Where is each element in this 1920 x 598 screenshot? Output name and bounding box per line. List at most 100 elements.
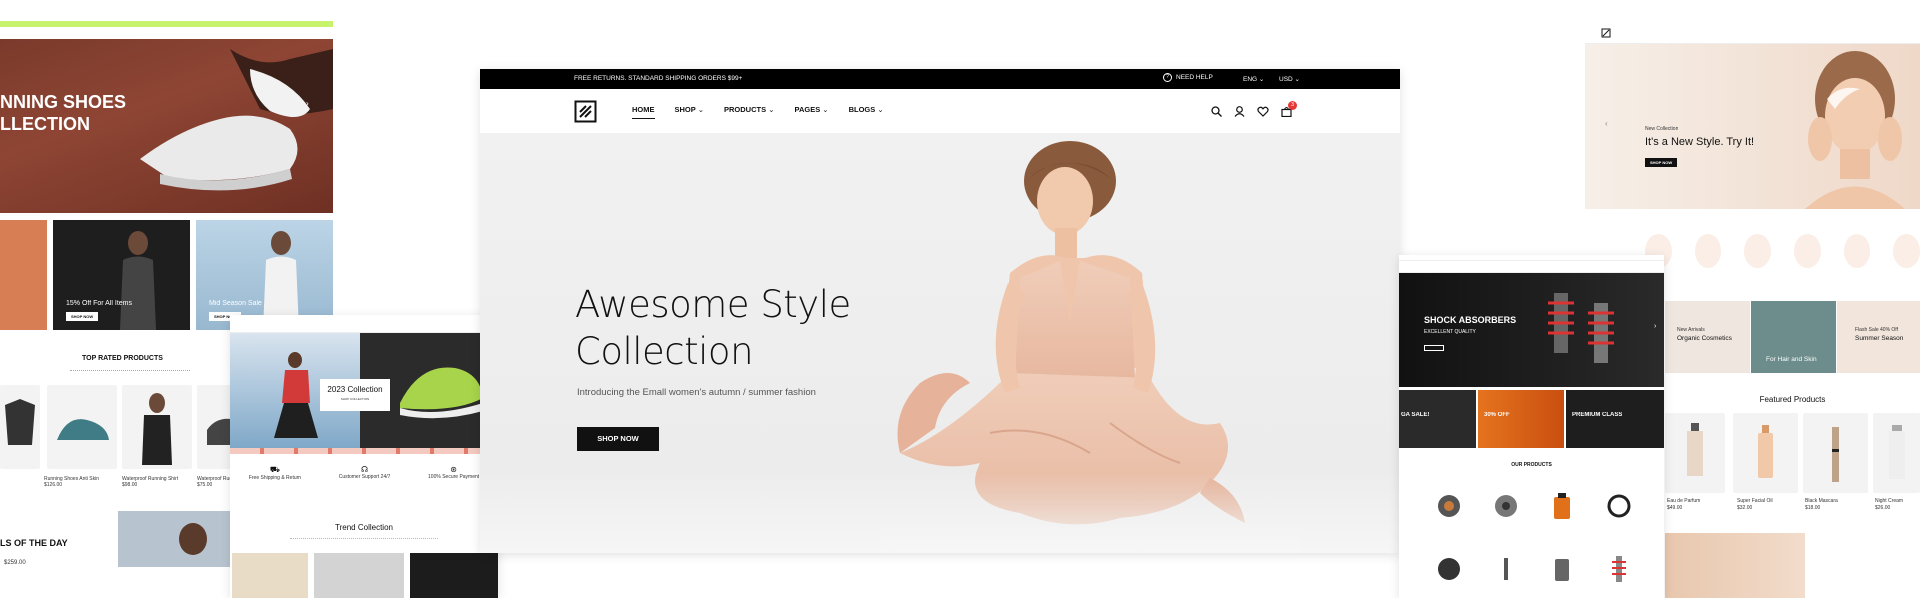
sport-preview: 2023 Collection SHOP COLLECTION ⛟ Free Sh… [230, 315, 498, 598]
left-product-card[interactable] [0, 385, 40, 469]
beauty-banner-title: For Hair and Skin [1766, 356, 1817, 363]
nav-item-pages[interactable]: PAGES ⌄ [795, 105, 829, 119]
chevron-down-icon: ⌄ [877, 105, 884, 114]
beauty-model-image [1805, 51, 1905, 209]
shipping-icon: ⛟ [269, 465, 280, 474]
category-circle[interactable] [1794, 234, 1821, 268]
category-circle[interactable] [1843, 234, 1871, 268]
auto-tile[interactable]: 30% OFF [1478, 390, 1564, 448]
left-product-price: $75.00 [197, 482, 213, 488]
beauty-product-name[interactable]: Super Facial Oil [1737, 498, 1773, 504]
logo-icon[interactable] [574, 100, 597, 123]
auto-hero-button[interactable] [1424, 345, 1444, 351]
left-section-title: TOP RATED PRODUCTS [82, 355, 163, 362]
left-tabs [70, 368, 190, 371]
left-product-price: $98.00 [122, 482, 138, 488]
auto-product-card[interactable] [1481, 477, 1532, 535]
auto-product-card[interactable] [1537, 477, 1588, 535]
need-help-label: NEED HELP [1176, 74, 1213, 81]
sport-trend-item[interactable] [232, 553, 308, 598]
search-icon[interactable] [1211, 106, 1222, 117]
hero-model-image [880, 141, 1300, 553]
beauty-product-price: $26.00 [1875, 505, 1891, 511]
auto-product-card[interactable] [1594, 544, 1645, 594]
beauty-product-card[interactable] [1873, 413, 1920, 493]
left-hero: NNING SHOES LLECTION › [0, 39, 333, 213]
need-help-link[interactable]: ? NEED HELP [1163, 73, 1213, 82]
auto-product-card[interactable] [1424, 544, 1475, 594]
beauty-product-card[interactable] [1803, 413, 1868, 493]
beauty-categories [1645, 234, 1920, 268]
currency-select[interactable]: USD ⌄ [1279, 75, 1300, 83]
beauty-banner[interactable]: Flash Sale 40% Off Summer Season [1837, 301, 1920, 373]
chevron-down-icon: ⌄ [768, 105, 775, 114]
sport-hero-button[interactable]: SHOP COLLECTION [320, 397, 390, 401]
beauty-product-name[interactable]: Night Cream [1875, 498, 1903, 504]
sport-features: ⛟ Free Shipping & Return ☊ Customer Suppor… [230, 465, 498, 495]
beauty-banner[interactable]: New Arrivals Organic Cosmetics [1665, 301, 1750, 373]
category-circle[interactable] [1893, 234, 1920, 268]
hero-subtitle: Introducing the Emall women's autumn / s… [577, 387, 816, 398]
chevron-down-icon: ⌄ [1258, 76, 1265, 83]
auto-hero: SHOCK ABSORBERS EXCELLENT QUALITY › [1399, 273, 1664, 387]
auto-hero-title: SHOCK ABSORBERS [1424, 315, 1517, 325]
left-product-card[interactable] [122, 385, 192, 469]
nav-item-shop[interactable]: SHOP ⌄ [675, 105, 705, 119]
beauty-nav [1585, 22, 1920, 44]
heart-icon[interactable] [1257, 106, 1269, 117]
category-circle[interactable] [1694, 234, 1722, 268]
sport-trend-item[interactable] [314, 553, 404, 598]
sport-hero-title: 2023 Collection [327, 385, 383, 394]
logo-icon[interactable] [1601, 28, 1611, 38]
sport-hero: 2023 Collection SHOP COLLECTION [230, 333, 498, 448]
beauty-banner[interactable]: For Hair and Skin [1751, 301, 1836, 373]
beauty-banner-title: Organic Cosmetics [1677, 335, 1732, 342]
sport-section-title: Trend Collection [335, 523, 393, 532]
language-select[interactable]: ENG ⌄ [1243, 75, 1264, 83]
auto-tile[interactable]: PREMIUM CLASS [1566, 390, 1664, 448]
auto-product-grid [1424, 477, 1644, 597]
sport-nav [230, 315, 498, 333]
beauty-product-name[interactable]: Eau de Parfum [1667, 498, 1700, 504]
sport-trend-item[interactable] [410, 553, 498, 598]
auto-product-card[interactable] [1537, 544, 1588, 594]
beauty-product-card[interactable] [1665, 413, 1725, 493]
auto-product-card[interactable] [1481, 544, 1532, 594]
category-circle[interactable] [1744, 234, 1772, 268]
auto-next-icon[interactable]: › [1654, 323, 1656, 330]
auto-preview: SHOCK ABSORBERS EXCELLENT QUALITY › GA S… [1399, 255, 1664, 598]
nav-item-products[interactable]: PRODUCTS ⌄ [724, 105, 774, 119]
main-preview: FREE RETURNS. STANDARD SHIPPING ORDERS $… [480, 69, 1400, 553]
shop-now-button[interactable]: SHOP NOW [577, 427, 659, 451]
left-nav [0, 27, 333, 39]
left-product-card[interactable] [47, 385, 117, 469]
hero-title-line2: Collection [575, 330, 754, 373]
left-banner-2[interactable]: Mid Season Sale SHOP NOW [196, 220, 333, 330]
beauty-hero-button[interactable]: SHOP NOW [1645, 158, 1678, 167]
beauty-hero-kicker: New Collection [1645, 126, 1679, 132]
left-banner-1-button[interactable]: SHOP NOW [66, 312, 99, 321]
chevron-down-icon: ⌄ [822, 105, 829, 114]
nav-item-blogs[interactable]: BLOGS ⌄ [849, 105, 884, 119]
beauty-product-card[interactable] [1733, 413, 1798, 493]
auto-tile[interactable]: GA SALE! [1399, 390, 1476, 448]
left-hero-next-icon[interactable]: › [306, 99, 309, 108]
left-deals-title: LS OF THE DAY [0, 538, 68, 548]
chevron-down-icon: ⌄ [697, 105, 705, 114]
left-banner-2-title: Mid Season Sale [209, 300, 262, 307]
sport-feature: ⊛ 100% Secure Payment [428, 465, 480, 480]
secure-icon: ⊛ [450, 465, 457, 474]
nav-item-home[interactable]: HOME [632, 105, 655, 119]
auto-product-card[interactable] [1594, 477, 1645, 535]
left-banner-orange[interactable] [0, 220, 47, 330]
sport-hero-card: 2023 Collection SHOP COLLECTION [320, 379, 390, 411]
beauty-prev-icon[interactable]: ‹ [1605, 119, 1608, 128]
left-banner-1[interactable]: 15% Off For All Items SHOP NOW [53, 220, 190, 330]
beauty-hero-title: It's a New Style. Try It! [1645, 136, 1755, 148]
cart-count-badge: 3 [1288, 101, 1297, 110]
left-hero-title: NNING SHOES LLECTION [0, 91, 126, 135]
auto-product-card[interactable] [1424, 477, 1475, 535]
beauty-product-name[interactable]: Black Mascara [1805, 498, 1838, 504]
user-icon[interactable] [1234, 106, 1245, 117]
hero-title: Awesome Style Collection [575, 281, 851, 375]
